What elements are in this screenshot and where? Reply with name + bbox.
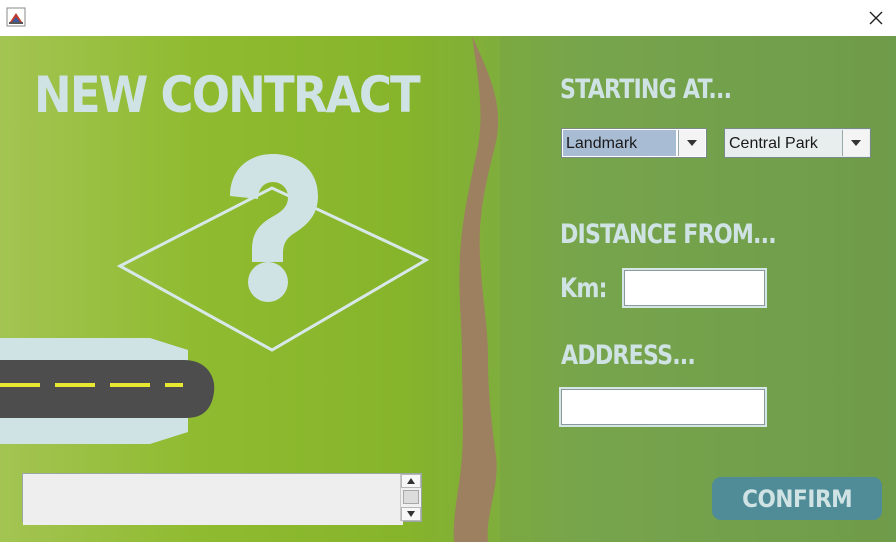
confirm-button[interactable]: CONFIRM bbox=[712, 477, 882, 520]
java-cup-icon bbox=[6, 7, 26, 27]
start-place-value: Central Park bbox=[726, 130, 840, 156]
km-input[interactable] bbox=[624, 270, 765, 306]
close-button[interactable] bbox=[862, 4, 890, 32]
scroll-down-button[interactable] bbox=[401, 507, 421, 521]
km-field[interactable] bbox=[622, 268, 767, 308]
address-field[interactable] bbox=[559, 387, 767, 427]
start-type-value: Landmark bbox=[563, 130, 676, 156]
chevron-up-icon bbox=[407, 478, 415, 484]
dirt-path-icon bbox=[453, 36, 499, 542]
page-title: NEW CONTRACT bbox=[34, 66, 421, 124]
start-place-select[interactable]: Central Park bbox=[724, 128, 871, 158]
notes-scrollbar[interactable] bbox=[400, 474, 421, 521]
address-input[interactable] bbox=[561, 389, 765, 425]
notes-area[interactable] bbox=[22, 473, 422, 525]
scroll-thumb[interactable] bbox=[403, 490, 419, 504]
chevron-down-icon bbox=[407, 511, 415, 517]
contract-form-panel: NEW CONTRACT STARTING AT... Landmark Cen… bbox=[0, 36, 896, 542]
address-heading: ADDRESS... bbox=[561, 340, 696, 371]
road-icon bbox=[0, 338, 215, 444]
title-bar bbox=[0, 0, 896, 36]
close-icon bbox=[869, 11, 883, 25]
chevron-down-icon bbox=[851, 140, 861, 146]
confirm-button-label: CONFIRM bbox=[741, 484, 853, 513]
km-label: Km: bbox=[560, 273, 607, 304]
starting-heading: STARTING AT... bbox=[560, 74, 732, 105]
start-type-dropdown-button[interactable] bbox=[678, 130, 705, 156]
chevron-down-icon bbox=[687, 140, 697, 146]
question-mark-icon bbox=[230, 154, 318, 302]
scroll-up-button[interactable] bbox=[401, 474, 421, 488]
start-place-dropdown-button[interactable] bbox=[842, 130, 869, 156]
distance-heading: DISTANCE FROM... bbox=[560, 219, 777, 250]
start-type-select[interactable]: Landmark bbox=[561, 128, 707, 158]
notes-textarea[interactable] bbox=[23, 474, 403, 525]
